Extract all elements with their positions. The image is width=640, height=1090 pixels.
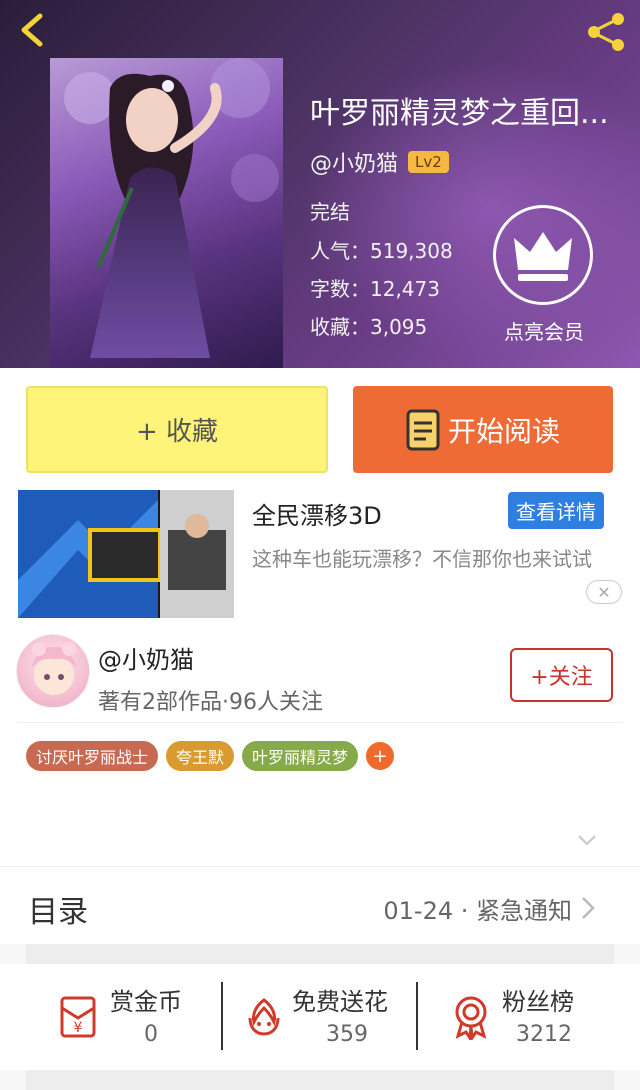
reward-value: 0 [144,1022,158,1047]
latest-chapter[interactable]: 01-24 · 紧急通知 [383,891,572,926]
support-stats-row: ¥ 赏金币 0 免费送花 359 粉丝榜 3212 [0,964,640,1070]
author-card-meta: 著有2部作品·96人关注 [98,690,323,715]
back-button[interactable] [12,8,56,52]
add-tag-button[interactable]: + [366,742,395,770]
medal-icon [455,996,487,1040]
avatar-illustration [31,642,77,695]
divider [416,982,418,1050]
fans-label: 粉丝榜 [502,988,574,1016]
vip-label[interactable]: 点亮会员 [496,316,592,345]
bottom-strip [26,1070,614,1090]
red-envelope-icon: ¥ [60,996,96,1038]
book-header: 叶罗丽精灵梦之重回... @小奶猫 Lv2 完结 人气：519,308 字数：1… [0,0,640,368]
favorites-stat: 收藏：3,095 [310,315,428,339]
reward-label: 赏金币 [110,988,182,1016]
fans-ranking[interactable]: 粉丝榜 3212 [450,980,600,1052]
divider [221,982,223,1050]
share-button[interactable] [582,10,630,54]
popularity-stat: 人气：519,308 [310,239,453,263]
share-icon [588,13,624,51]
crown-icon [514,232,572,281]
divider [18,722,622,723]
word-count-stat: 字数：12,473 [310,277,440,301]
reward-coins[interactable]: ¥ 赏金币 0 [56,980,206,1052]
ad-banner[interactable]: 全民漂移3D 查看详情 这种车也能玩漂移？不信那你也来试试 ✕ [0,490,640,628]
ad-illustration [18,490,234,618]
author-card: @小奶猫 著有2部作品·96人关注 +关注 讨厌叶罗丽战士 夸王默 叶罗丽精灵梦… [0,628,640,866]
back-arrow-icon [21,13,43,47]
fans-value: 3212 [516,1022,572,1047]
author-card-name[interactable]: @小奶猫 [98,640,194,675]
tag-item[interactable]: 叶罗丽精灵梦 [242,741,359,771]
ad-title[interactable]: 全民漂移3D [252,496,382,531]
flower-icon [248,998,280,1036]
author-row: @小奶猫 Lv2 [310,146,449,178]
catalog-title: 目录 [28,895,88,930]
tag-item[interactable]: 夸王默 [166,741,235,771]
tag-item[interactable]: 讨厌叶罗丽战士 [26,741,159,771]
avatar[interactable] [16,634,90,708]
svg-text:¥: ¥ [74,1020,83,1036]
book-icon [406,409,440,450]
level-badge: Lv2 [408,151,449,173]
ad-image[interactable] [18,490,234,618]
add-favorite-button[interactable]: + 收藏 [26,386,328,473]
flowers-label: 免费送花 [292,988,388,1016]
flowers-value: 359 [326,1022,368,1047]
follow-button[interactable]: +关注 [510,648,613,702]
action-buttons: + 收藏 开始阅读 [0,368,640,490]
book-cover-image[interactable] [50,58,283,368]
chevron-right-icon[interactable] [580,895,596,921]
completion-status: 完结 [310,200,350,224]
ad-description: 这种车也能玩漂移？不信那你也来试试 [252,547,592,571]
author-name[interactable]: @小奶猫 [310,146,398,178]
book-title: 叶罗丽精灵梦之重回... [310,96,609,131]
tag-list: 讨厌叶罗丽战士 夸王默 叶罗丽精灵梦 + [26,741,395,771]
cover-illustration [64,58,279,358]
catalog-row[interactable]: 目录 01-24 · 紧急通知 [0,866,640,944]
start-reading-label: 开始阅读 [447,414,560,448]
ad-details-button[interactable]: 查看详情 [508,492,604,529]
chevron-down-icon[interactable] [576,832,598,848]
free-flowers[interactable]: 免费送花 359 [244,980,414,1052]
start-reading-button[interactable]: 开始阅读 [353,386,613,473]
section-divider [26,944,614,964]
ad-close-button[interactable]: ✕ [586,580,622,604]
vip-button[interactable] [493,205,593,305]
